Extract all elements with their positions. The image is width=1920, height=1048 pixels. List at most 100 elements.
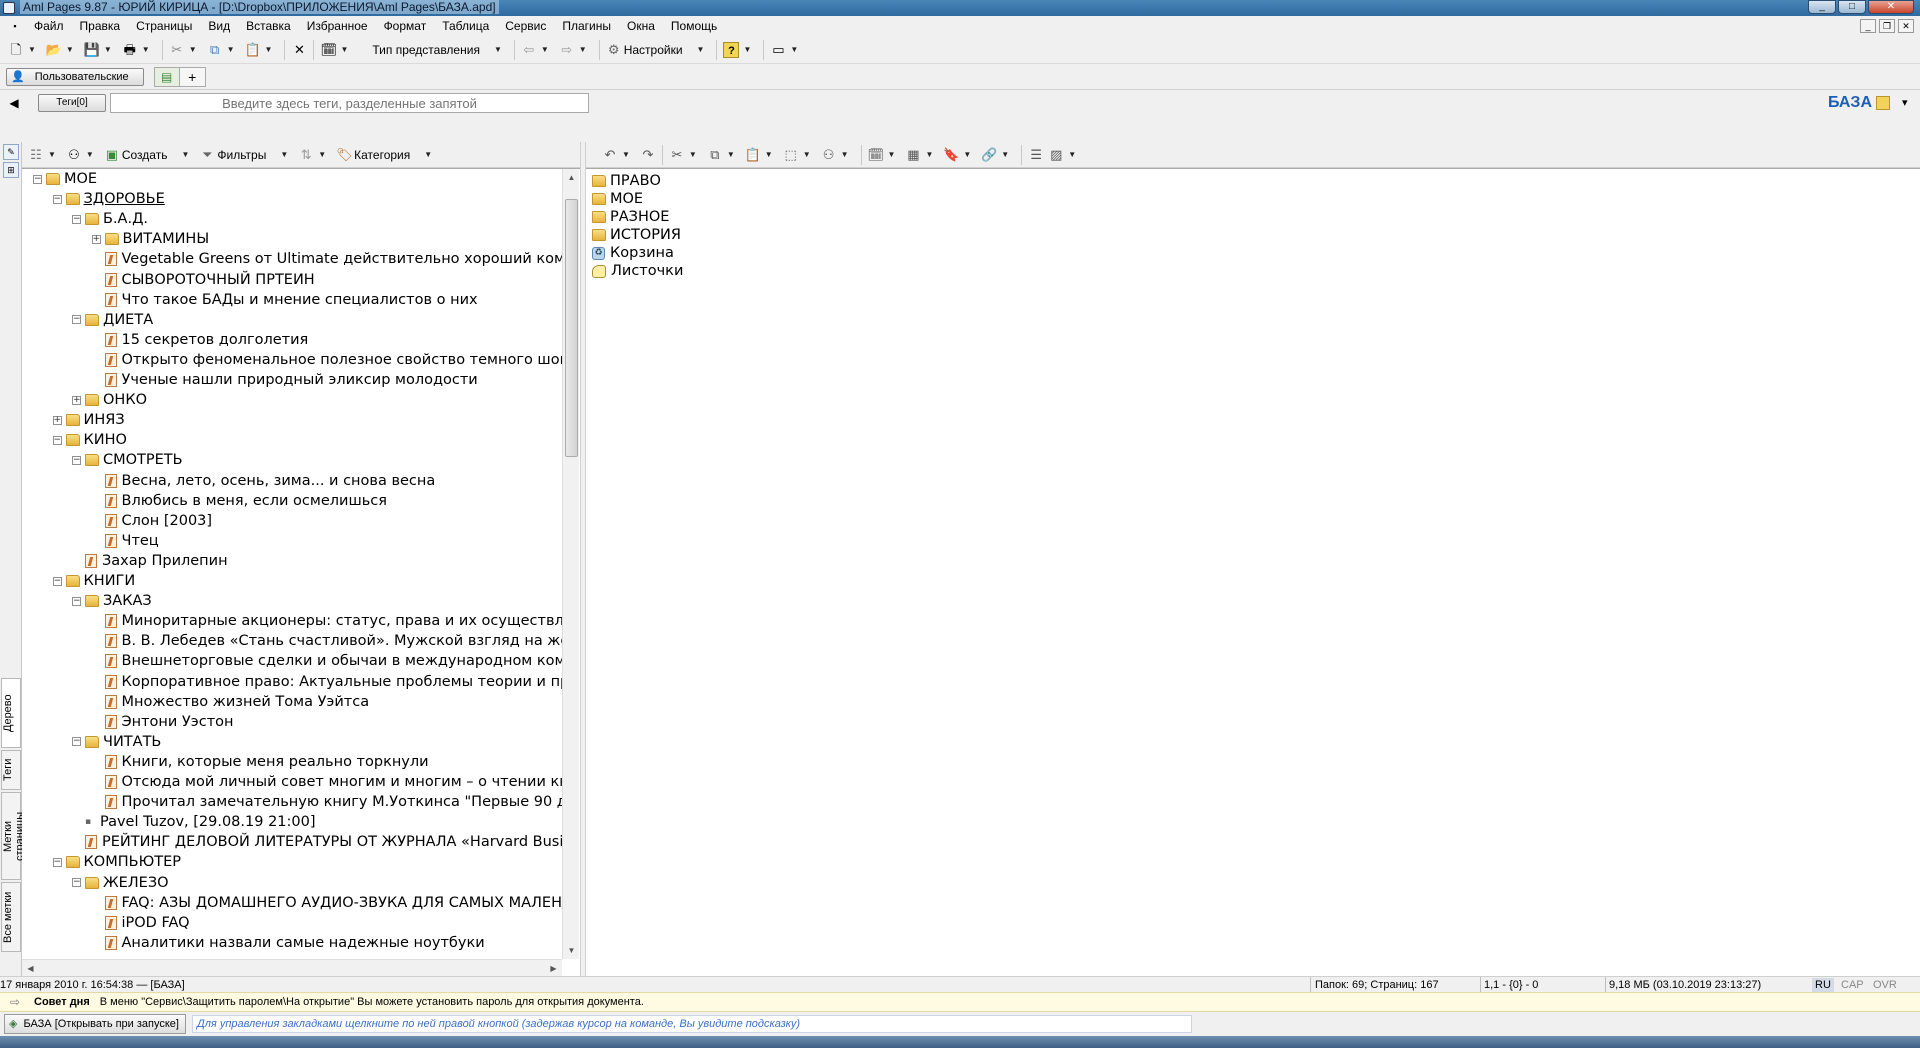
maximize-button[interactable]: □: [1838, 0, 1866, 14]
list-calendar-button[interactable]: 🗓 ▼: [866, 144, 904, 166]
tree-folder-item[interactable]: − ЖЕЛЕЗО: [72, 873, 169, 893]
category-button[interactable]: 🏷 Категория ▼: [334, 144, 440, 166]
collapse-icon[interactable]: −: [33, 174, 42, 184]
list-copy-button[interactable]: ⧉ ▼: [705, 144, 743, 166]
tree-vertical-scrollbar[interactable]: ▲ ▼: [562, 169, 579, 959]
expand-icon[interactable]: +: [91, 234, 101, 244]
tree-page-item[interactable]: Открыто феноменальное полезное свойство …: [92, 350, 562, 370]
list-find-button[interactable]: ⚇ ▼: [819, 144, 857, 166]
scroll-down-icon[interactable]: ▼: [563, 942, 580, 959]
tree-folder-item[interactable]: + ОНКО: [72, 390, 147, 410]
favorites-user-button[interactable]: 👤 Пользовательские: [6, 67, 144, 86]
collapse-icon[interactable]: −: [72, 737, 81, 747]
list-properties-button[interactable]: ☰: [1026, 144, 1046, 166]
cut-button[interactable]: ✂ ▼: [167, 39, 205, 61]
back-button[interactable]: ⇦ ▼: [519, 39, 557, 61]
tree-page-item[interactable]: Множество жизней Тома Уэйтса: [92, 692, 369, 712]
tree-page-item[interactable]: СЫВОРОТОЧНЫЙ ПРТЕИН: [92, 270, 315, 290]
tab-tags[interactable]: Теги: [1, 750, 21, 790]
collapse-icon[interactable]: −: [52, 194, 62, 204]
tree-page-item[interactable]: Ученые нашли природный эликсир молодости: [92, 370, 478, 390]
menu-pages[interactable]: Страницы: [128, 16, 200, 36]
collapse-icon[interactable]: −: [52, 435, 62, 445]
tree-folder-item[interactable]: − Б.А.Д.: [72, 209, 148, 229]
menu-table[interactable]: Таблица: [434, 16, 497, 36]
tab-tree[interactable]: Дерево: [1, 678, 21, 748]
tree-page-item[interactable]: Влюбись в меня, если осмелишься: [92, 491, 387, 511]
tree-page-item[interactable]: Корпоративное право: Актуальные проблемы…: [92, 672, 562, 692]
tags-input[interactable]: [110, 93, 589, 113]
list-date-button[interactable]: ▦ ▼: [903, 144, 941, 166]
tree-page-item[interactable]: Чтец: [92, 531, 159, 551]
menu-help[interactable]: Помощь: [663, 16, 725, 36]
tree-page-item[interactable]: Слон [2003]: [92, 511, 212, 531]
tree-page-item[interactable]: РЕЙТИНГ ДЕЛОВОЙ ЛИТЕРАТУРЫ ОТ ЖУРНАЛА «H…: [72, 832, 562, 852]
new-button[interactable]: 🗋 ▼: [6, 39, 44, 61]
list-item[interactable]: Листочки: [592, 260, 683, 282]
expand-icon[interactable]: +: [52, 415, 62, 425]
filters-button[interactable]: ⏷ Фильтры ▼: [197, 144, 296, 166]
tree-folder-item[interactable]: − ЗДОРОВЬЕ: [52, 189, 165, 209]
tree-find-button[interactable]: ⚇ ▼: [64, 144, 102, 166]
tree-page-item[interactable]: Книги, которые меня реально торкнули: [92, 752, 429, 772]
collapse-icon[interactable]: −: [52, 857, 62, 867]
edit-page-icon[interactable]: ✎: [3, 144, 19, 160]
favorites-tab[interactable]: ▤: [153, 66, 180, 87]
undo-button[interactable]: ↶ ▼: [600, 144, 638, 166]
tab-all-labels[interactable]: Все метки: [1, 882, 21, 952]
tree-page-item[interactable]: Что такое БАДы и мнение специалистов о н…: [92, 290, 478, 310]
tree-folder-item[interactable]: + ИНЯЗ: [52, 410, 125, 430]
tree-page-item[interactable]: FAQ: АЗЫ ДОМАШНЕГО АУДИО-ЗВУКА ДЛЯ САМЫХ…: [92, 893, 562, 913]
calendar-button[interactable]: 🗓 ▼: [318, 39, 356, 61]
save-button[interactable]: 💾 ▼: [82, 39, 120, 61]
menu-plugins[interactable]: Плагины: [554, 16, 619, 36]
view-type-button[interactable]: Тип представления ▼: [370, 39, 509, 61]
collapse-icon[interactable]: −: [72, 214, 81, 224]
mdi-close-button[interactable]: ✕: [1898, 19, 1914, 33]
redo-button[interactable]: ↷: [638, 144, 658, 166]
tree-folder-item[interactable]: − МОЕ: [33, 169, 97, 189]
tree-page-item[interactable]: iPOD FAQ: [92, 913, 190, 933]
tags-button[interactable]: Теги[0]: [38, 94, 106, 112]
copy-button[interactable]: ⧉ ▼: [205, 39, 243, 61]
tree-page-item[interactable]: Энтони Уэстон: [92, 712, 234, 732]
tree-folder-item[interactable]: − ЧИТАТЬ: [72, 732, 161, 752]
list-paste-button[interactable]: 📋 ▼: [743, 144, 781, 166]
collapse-arrow-icon[interactable]: ◀: [6, 95, 22, 111]
tree-page-item[interactable]: Миноритарные акционеры: статус, права и …: [92, 611, 562, 631]
add-favorite-tab-button[interactable]: +: [179, 66, 206, 87]
create-button[interactable]: ▣ Создать ▼: [102, 144, 198, 166]
tab-page-labels[interactable]: Метки страницы: [1, 792, 26, 880]
list-cut-button[interactable]: ✂ ▼: [667, 144, 705, 166]
tree-page-item[interactable]: Отсюда мой личный совет многим и многим …: [92, 772, 562, 792]
bookmark-baza-button[interactable]: ◈ БАЗА [Открывать при запуске]: [4, 1014, 186, 1034]
pin-icon[interactable]: ⊞: [3, 162, 19, 178]
close-button[interactable]: ✕: [1868, 0, 1914, 14]
sort-button[interactable]: ⇅ ▼: [296, 144, 334, 166]
list-link-button[interactable]: 🔗 ▼: [979, 144, 1017, 166]
expand-icon[interactable]: +: [72, 395, 81, 405]
menu-favorites[interactable]: Избранное: [299, 16, 376, 36]
mdi-restore-button[interactable]: ❐: [1879, 19, 1895, 33]
menu-view[interactable]: Вид: [200, 16, 238, 36]
forward-button[interactable]: ⇨ ▼: [557, 39, 595, 61]
tree-page-item[interactable]: ▪ Pavel Tuzov, [29.08.19 21:00]: [72, 812, 316, 832]
paste-button[interactable]: 📋 ▼: [243, 39, 281, 61]
print-button[interactable]: 🖶 ▼: [120, 39, 158, 61]
tree-folder-item[interactable]: − КОМПЬЮТЕР: [52, 852, 181, 872]
tree-folder-item[interactable]: − КИНО: [52, 430, 127, 450]
menu-format[interactable]: Формат: [376, 16, 435, 36]
open-button[interactable]: 📂 ▼: [44, 39, 82, 61]
tree-page-item[interactable]: Прочитал замечательную книгу М.Уоткинса …: [92, 792, 562, 812]
mdi-minimize-button[interactable]: _: [1860, 19, 1876, 33]
collapse-icon[interactable]: −: [72, 596, 81, 606]
tree-page-item[interactable]: Внешнеторговые сделки и обычаи в междуна…: [92, 651, 562, 671]
delete-button[interactable]: ✕: [289, 39, 309, 61]
scroll-left-icon[interactable]: ◀: [22, 960, 39, 976]
tree-page-item[interactable]: Аналитики назвали самые надежные ноутбук…: [92, 933, 485, 953]
help-button[interactable]: ? ▼: [721, 39, 759, 61]
minimize-button[interactable]: _: [1808, 0, 1836, 14]
scroll-thumb[interactable]: [565, 199, 578, 457]
window-layout-button[interactable]: ▭ ▼: [768, 39, 806, 61]
collapse-icon[interactable]: −: [72, 315, 81, 325]
